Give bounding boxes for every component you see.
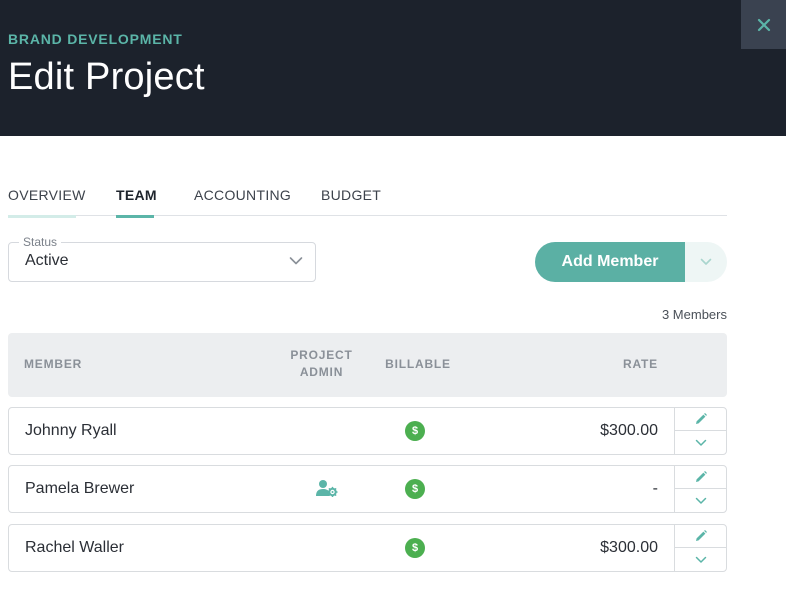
edit-button[interactable]: [675, 466, 726, 489]
billable-icon: $: [405, 421, 425, 441]
pencil-icon: [695, 413, 707, 424]
tab-budget[interactable]: BUDGET: [321, 185, 382, 216]
expand-button[interactable]: [675, 548, 726, 571]
project-name: BRAND DEVELOPMENT: [8, 31, 183, 47]
column-member: MEMBER: [24, 357, 83, 371]
member-name: Rachel Waller: [25, 539, 124, 556]
member-name: Pamela Brewer: [25, 480, 135, 497]
column-project-admin-line1: PROJECT: [290, 348, 353, 362]
pencil-icon: [695, 471, 707, 482]
add-member-menu-button[interactable]: [685, 242, 727, 282]
tab-overview-label: OVERVIEW: [8, 187, 86, 203]
tab-overview-indicator: [8, 215, 76, 218]
pencil-icon: [695, 530, 707, 541]
tab-budget-label: BUDGET: [321, 187, 382, 203]
close-button[interactable]: [741, 0, 786, 49]
page-title: Edit Project: [8, 56, 205, 98]
chevron-down-icon: [695, 556, 706, 563]
status-select[interactable]: Status Active: [8, 235, 316, 282]
page-header: BRAND DEVELOPMENT Edit Project: [0, 0, 786, 136]
tab-team-indicator: [116, 215, 154, 218]
tab-team-label: TEAM: [116, 187, 157, 203]
member-name: Johnny Ryall: [25, 422, 117, 439]
tab-bar: OVERVIEW TEAM ACCOUNTING BUDGET: [8, 185, 727, 218]
chevron-down-icon: [700, 258, 712, 265]
edit-button[interactable]: [675, 525, 726, 548]
tab-overview[interactable]: OVERVIEW: [8, 185, 86, 218]
column-project-admin-line2: ADMIN: [299, 365, 344, 379]
billable-icon: $: [405, 479, 425, 499]
user-gear-icon: [316, 480, 338, 498]
members-table-header: MEMBER PROJECT ADMIN BILLABLE RATE: [8, 333, 727, 397]
table-row: Rachel Waller $ $300.00: [8, 524, 727, 572]
row-actions: [674, 408, 726, 454]
member-count: 3 Members: [661, 307, 727, 322]
chevron-down-icon: [289, 257, 303, 265]
table-row: Pamela Brewer $ -: [8, 465, 727, 513]
close-icon: [757, 18, 770, 31]
member-rate: -: [652, 480, 658, 497]
row-actions: [674, 466, 726, 512]
add-member-button[interactable]: Add Member: [535, 242, 685, 282]
column-project-admin: PROJECT ADMIN: [288, 347, 355, 381]
table-row: Johnny Ryall $ $300.00: [8, 407, 727, 455]
column-billable: BILLABLE: [385, 357, 451, 371]
tab-accounting-label: ACCOUNTING: [194, 187, 292, 203]
status-label: Status: [19, 235, 62, 249]
tab-accounting[interactable]: ACCOUNTING: [194, 185, 292, 216]
project-admin-icon: [316, 479, 338, 502]
expand-button[interactable]: [675, 431, 726, 454]
status-value: Active: [25, 252, 69, 269]
expand-button[interactable]: [675, 489, 726, 512]
billable-icon: $: [405, 538, 425, 558]
row-actions: [674, 525, 726, 571]
chevron-down-icon: [695, 497, 706, 504]
member-rate: $300.00: [600, 539, 658, 556]
tab-team[interactable]: TEAM: [116, 185, 157, 218]
member-rate: $300.00: [600, 422, 658, 439]
chevron-down-icon: [695, 439, 706, 446]
column-rate: RATE: [623, 357, 658, 371]
edit-button[interactable]: [675, 408, 726, 431]
